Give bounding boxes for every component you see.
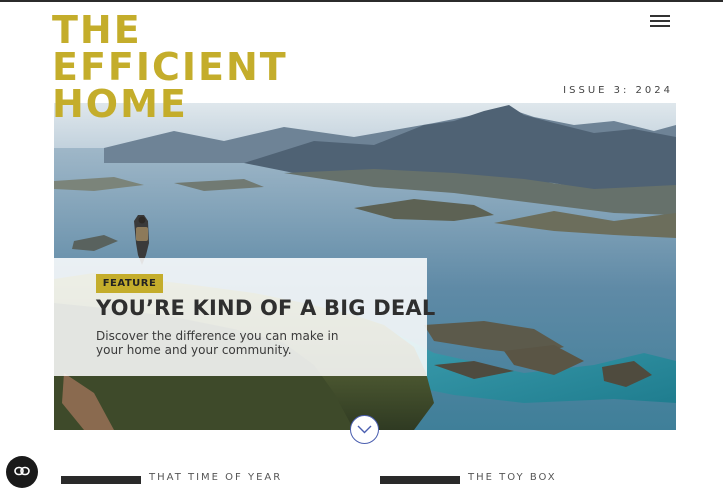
teaser-title: THE TOY BOX	[468, 472, 557, 483]
hero-banner[interactable]: FEATURE YOU’RE KIND OF A BIG DEAL Discov…	[54, 103, 676, 430]
logo-line-2: EFFICIENT	[52, 45, 288, 89]
teaser-title: THAT TIME OF YEAR	[149, 472, 283, 483]
chevron-down-icon	[357, 425, 372, 434]
scroll-down-button[interactable]	[350, 415, 379, 444]
teaser-thumbnail	[380, 476, 460, 484]
accessibility-help-button[interactable]	[6, 456, 38, 488]
logo-line-1: THE	[52, 8, 142, 52]
hamburger-menu-icon[interactable]	[650, 14, 672, 28]
issue-label: ISSUE 3: 2024	[563, 85, 673, 96]
teaser-thumbnail	[61, 476, 141, 484]
link-icon	[14, 466, 30, 476]
feature-badge: FEATURE	[96, 274, 163, 293]
logo-line-3: HOME	[52, 82, 188, 126]
top-border	[0, 0, 723, 2]
site-logo[interactable]: THE EFFICIENT HOME	[52, 8, 288, 126]
feature-headline[interactable]: YOU’RE KIND OF A BIG DEAL	[96, 296, 435, 320]
feature-description: Discover the difference you can make in …	[96, 329, 339, 357]
feature-card[interactable]: FEATURE YOU’RE KIND OF A BIG DEAL Discov…	[54, 258, 435, 376]
